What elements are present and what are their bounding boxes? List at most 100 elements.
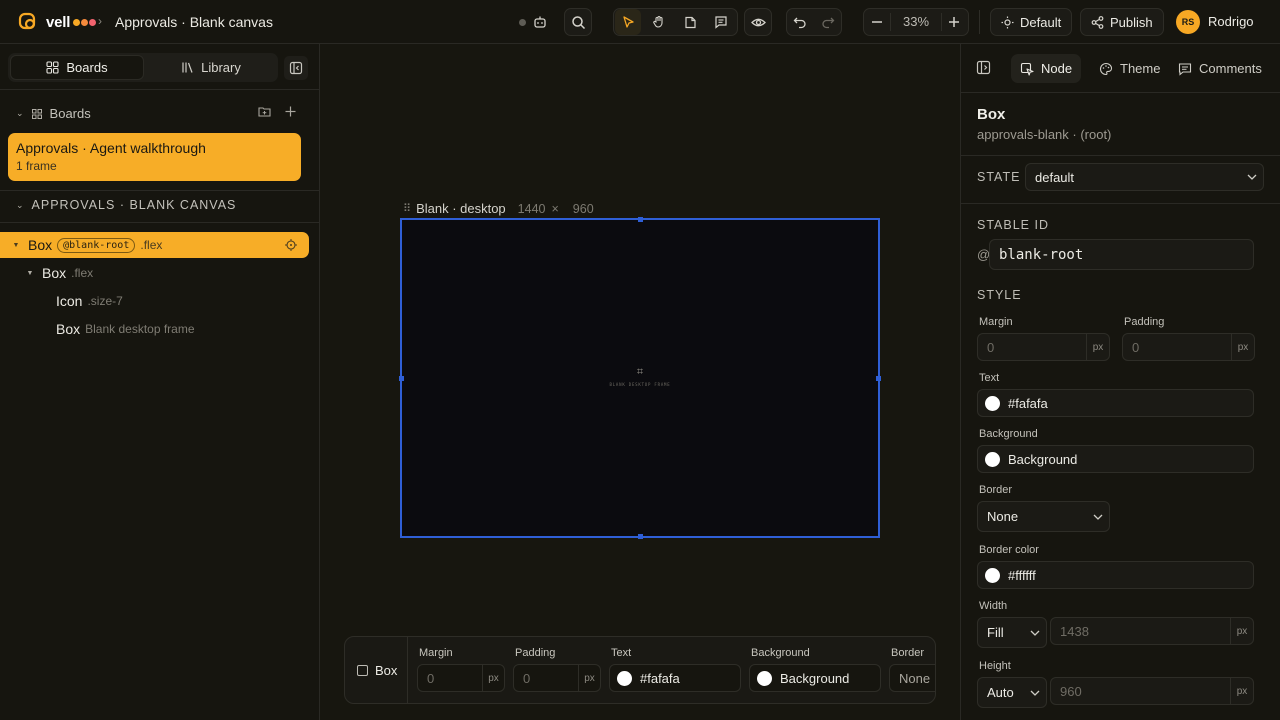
- height-value: 960: [1060, 683, 1082, 699]
- tree-item[interactable]: ▼ Box .flex: [0, 260, 309, 286]
- select-tool-icon[interactable]: [615, 9, 641, 35]
- tab-theme[interactable]: Theme: [1090, 54, 1169, 83]
- board-card[interactable]: Approvals · Agent walkthrough 1 frame: [8, 133, 301, 181]
- sidebar-tabs: Boards Library: [8, 53, 278, 82]
- unit-label: px: [482, 665, 504, 691]
- width-input[interactable]: 1438 px: [1050, 617, 1254, 645]
- border-select[interactable]: None: [977, 501, 1110, 532]
- padding-input[interactable]: 0 px: [1122, 333, 1255, 361]
- tab-node[interactable]: Node: [1011, 54, 1082, 83]
- publish-button[interactable]: Publish: [1080, 8, 1164, 36]
- panel-toggle-icon[interactable]: [976, 60, 991, 75]
- unit-label: px: [1086, 334, 1109, 360]
- target-icon[interactable]: [285, 239, 297, 251]
- eye-icon: [745, 9, 771, 35]
- app-logo[interactable]: vell: [18, 12, 97, 32]
- tree-item[interactable]: Box Blank desktop frame: [0, 316, 309, 342]
- border-select[interactable]: None: [889, 664, 935, 692]
- node-label: Box: [375, 663, 398, 678]
- tree-item-name: Box: [42, 265, 67, 281]
- divider: [0, 89, 320, 90]
- tab-theme-label: Theme: [1120, 61, 1161, 76]
- color-swatch[interactable]: [985, 451, 1000, 467]
- node-path: approvals-blank · (root): [977, 127, 1112, 142]
- tree-item-root[interactable]: ▼ Box @blank-root .flex: [0, 232, 309, 258]
- left-sidebar: Boards Library ⌄ Boards Approvals · Agen…: [0, 44, 320, 720]
- background-field[interactable]: Background: [749, 664, 881, 692]
- tab-library-label: Library: [201, 60, 241, 75]
- caret-down-icon: ▼: [26, 269, 34, 277]
- preview-button[interactable]: [744, 8, 772, 36]
- hand-tool-icon[interactable]: [646, 9, 672, 35]
- text-color-field[interactable]: #fafafa: [977, 389, 1254, 417]
- search-button[interactable]: [564, 8, 592, 36]
- tab-boards-label: Boards: [66, 60, 108, 75]
- unit-label: px: [1231, 334, 1254, 360]
- tab-comments[interactable]: Comments: [1169, 54, 1271, 83]
- boards-section-header[interactable]: ⌄ Boards: [16, 106, 91, 121]
- frame-label[interactable]: ⠿ Blank · desktop 1440 × 960: [403, 201, 594, 216]
- top-bar: vell › Approvals · Blank canvas 33% Defa…: [0, 0, 1280, 44]
- padding-input[interactable]: 0 px: [513, 664, 601, 692]
- color-swatch[interactable]: [617, 670, 632, 686]
- tree-heading: APPROVALS · BLANK CANVAS: [31, 198, 237, 212]
- undo-icon[interactable]: [787, 9, 813, 35]
- frame-tool-icon[interactable]: [677, 9, 703, 35]
- stable-id-input[interactable]: blank-root: [989, 239, 1254, 270]
- state-select[interactable]: default: [1025, 163, 1264, 191]
- border-color-field[interactable]: #ffffff: [977, 561, 1254, 589]
- board-title: Approvals · Agent walkthrough: [16, 140, 206, 156]
- width-mode-select[interactable]: Fill: [977, 617, 1047, 648]
- unit-label: px: [1230, 678, 1253, 704]
- zoom-in-icon[interactable]: [941, 9, 967, 35]
- height-mode-select[interactable]: Auto: [977, 677, 1047, 708]
- comment-tool-icon[interactable]: [708, 9, 734, 35]
- new-folder-icon[interactable]: [258, 105, 271, 118]
- height-input[interactable]: 960 px: [1050, 677, 1254, 705]
- theme-button[interactable]: Default: [990, 8, 1073, 36]
- toolbar-divider: [979, 10, 980, 34]
- breadcrumb[interactable]: Approvals · Blank canvas: [115, 14, 273, 30]
- frame-width: 1440: [517, 201, 546, 216]
- robot-icon[interactable]: [527, 9, 553, 35]
- tab-boards[interactable]: Boards: [10, 55, 144, 80]
- desktop-frame[interactable]: ⌗ BLANK DESKTOP FRAME: [399, 217, 881, 539]
- tree-item[interactable]: Icon .size-7: [0, 288, 309, 314]
- checkbox[interactable]: [357, 665, 368, 676]
- tab-node-label: Node: [1041, 61, 1073, 76]
- margin-value: 0: [427, 670, 435, 686]
- zoom-out-icon[interactable]: [864, 9, 890, 35]
- quick-style-bar: Box Margin 0 px Padding 0 px Text #fafaf…: [344, 636, 936, 704]
- padding-label: Padding: [1124, 316, 1165, 328]
- tree-section-header[interactable]: ⌄ APPROVALS · BLANK CANVAS: [16, 198, 236, 212]
- collapse-sidebar-icon[interactable]: [284, 56, 308, 80]
- margin-input[interactable]: 0 px: [417, 664, 505, 692]
- text-color-field[interactable]: #fafafa: [609, 664, 741, 692]
- tab-library[interactable]: Library: [146, 55, 276, 80]
- avatar[interactable]: RS: [1176, 10, 1200, 34]
- add-board-icon[interactable]: [285, 106, 296, 117]
- color-swatch[interactable]: [757, 670, 772, 686]
- color-swatch[interactable]: [985, 567, 1000, 583]
- margin-label: Margin: [979, 316, 1013, 328]
- background-field[interactable]: Background: [977, 445, 1254, 473]
- drag-handle-icon[interactable]: ⠿: [403, 202, 411, 215]
- divider: [0, 190, 320, 191]
- redo-icon[interactable]: [815, 9, 841, 35]
- state-value: default: [1035, 169, 1075, 185]
- tree-item-class: .size-7: [87, 294, 123, 308]
- frame-height: 960: [572, 201, 594, 216]
- hash-icon: ⌗: [636, 366, 644, 378]
- border-label: Border: [891, 647, 925, 659]
- node-toggle[interactable]: Box: [357, 663, 397, 678]
- height-label: Height: [979, 660, 1011, 672]
- margin-input[interactable]: 0 px: [977, 333, 1110, 361]
- divider: [961, 155, 1280, 156]
- resize-handle[interactable]: [638, 534, 643, 539]
- width-value: 1438: [1060, 623, 1089, 639]
- color-swatch[interactable]: [985, 395, 1000, 411]
- inspector-panel: Node Theme Comments Box approvals-blank …: [960, 44, 1280, 720]
- user-name[interactable]: Rodrigo: [1208, 14, 1254, 29]
- zoom-level[interactable]: 33%: [890, 13, 942, 31]
- resize-handle[interactable]: [638, 217, 643, 222]
